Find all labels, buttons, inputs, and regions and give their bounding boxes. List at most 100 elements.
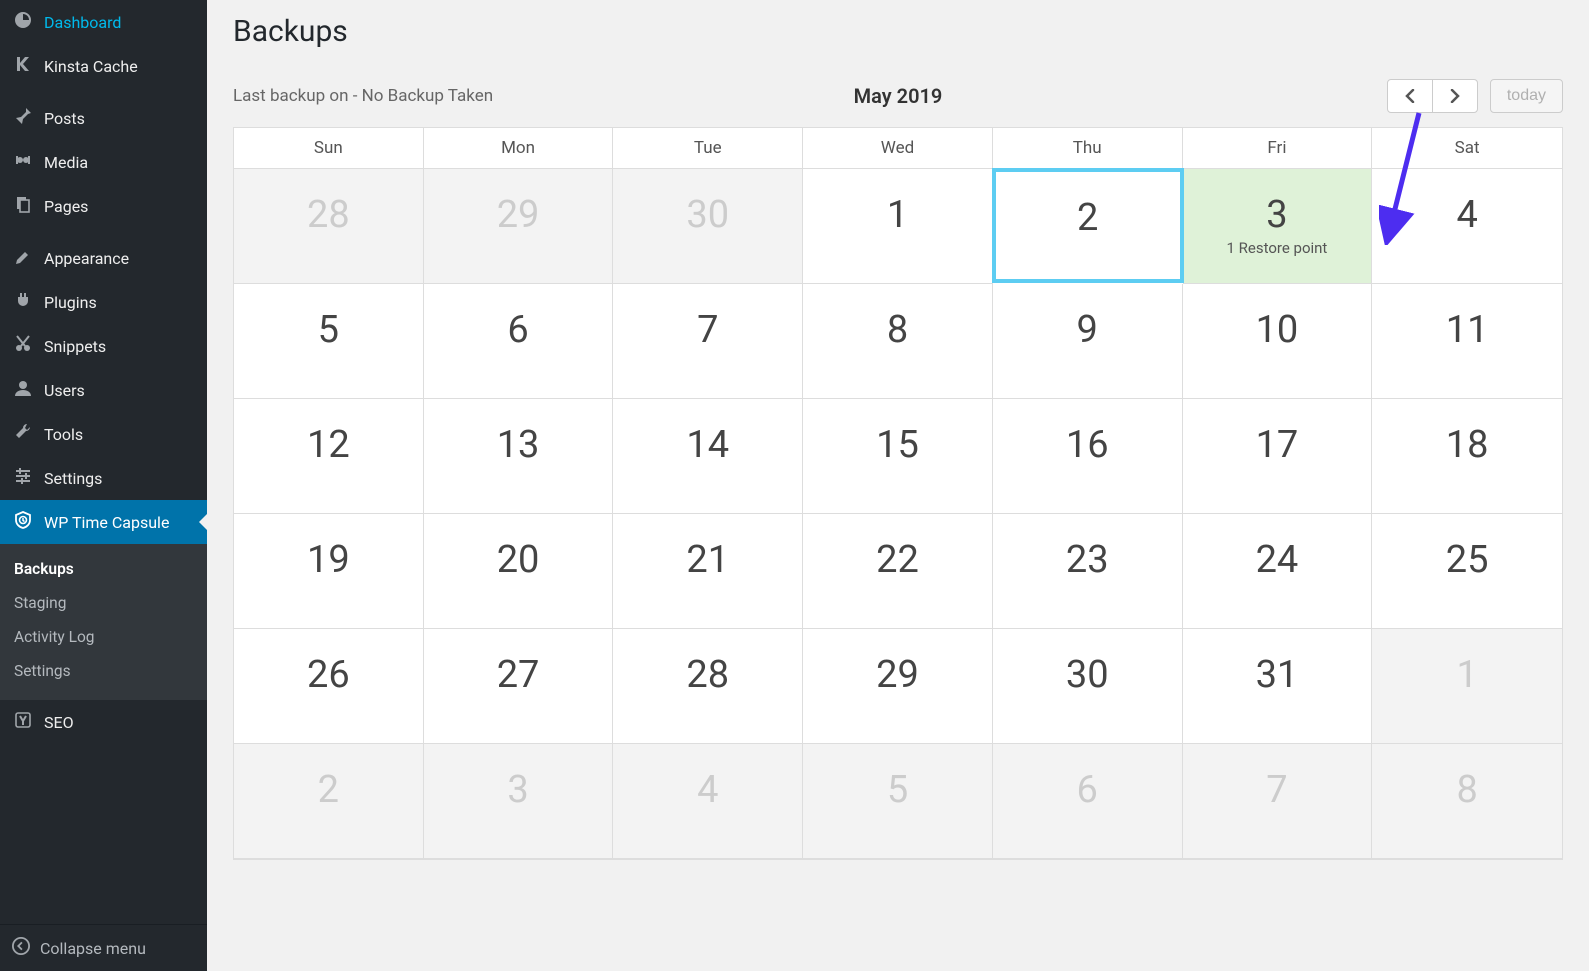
calendar-day: 7 bbox=[1183, 744, 1373, 859]
calendar-day[interactable]: 21 bbox=[613, 514, 803, 629]
sidebar-item-label: Tools bbox=[44, 425, 83, 444]
day-number: 3 bbox=[424, 744, 613, 812]
calendar-day[interactable]: 8 bbox=[803, 284, 993, 399]
settings-icon bbox=[12, 466, 34, 490]
sidebar-item-label: Appearance bbox=[44, 249, 129, 268]
calendar-day[interactable]: 7 bbox=[613, 284, 803, 399]
today-button[interactable]: today bbox=[1490, 79, 1563, 113]
day-header: Thu bbox=[993, 128, 1183, 169]
sidebar-item-label: Plugins bbox=[44, 293, 97, 312]
day-number: 1 bbox=[803, 169, 992, 237]
snippets-icon bbox=[12, 334, 34, 358]
appearance-icon bbox=[12, 246, 34, 270]
page-title: Backups bbox=[233, 14, 1563, 49]
calendar-day[interactable]: 18 bbox=[1372, 399, 1562, 514]
calendar-day[interactable]: 23 bbox=[993, 514, 1183, 629]
calendar-day: 30 bbox=[613, 169, 803, 284]
day-number: 31 bbox=[1183, 629, 1372, 697]
calendar-day[interactable]: 1 bbox=[803, 169, 993, 284]
calendar-day[interactable]: 16 bbox=[993, 399, 1183, 514]
calendar-day: 6 bbox=[993, 744, 1183, 859]
calendar-day[interactable]: 11 bbox=[1372, 284, 1562, 399]
day-number: 9 bbox=[993, 284, 1182, 352]
sidebar-item-label: Pages bbox=[44, 197, 88, 216]
sidebar-item-label: WP Time Capsule bbox=[44, 513, 169, 532]
collapse-menu[interactable]: Collapse menu bbox=[0, 924, 207, 971]
sidebar-item-tools[interactable]: Tools bbox=[0, 412, 207, 456]
calendar-day[interactable]: 31 Restore point bbox=[1183, 169, 1373, 284]
collapse-icon bbox=[12, 937, 30, 959]
sidebar-item-seo[interactable]: SEO bbox=[0, 700, 207, 744]
sidebar-item-label: Media bbox=[44, 153, 88, 172]
day-number: 2 bbox=[234, 744, 423, 812]
calendar-day[interactable]: 30 bbox=[993, 629, 1183, 744]
sidebar-item-label: Dashboard bbox=[44, 13, 121, 32]
calendar-day: 28 bbox=[234, 169, 424, 284]
day-number: 6 bbox=[993, 744, 1182, 812]
calendar-day[interactable]: 5 bbox=[234, 284, 424, 399]
day-header: Mon bbox=[424, 128, 614, 169]
calendar-day[interactable]: 25 bbox=[1372, 514, 1562, 629]
sidebar-item-dashboard[interactable]: Dashboard bbox=[0, 0, 207, 44]
submenu-item-backups[interactable]: Backups bbox=[0, 552, 207, 586]
day-number: 29 bbox=[803, 629, 992, 697]
sidebar-item-media[interactable]: Media bbox=[0, 140, 207, 184]
sidebar-item-users[interactable]: Users bbox=[0, 368, 207, 412]
calendar-day[interactable]: 19 bbox=[234, 514, 424, 629]
submenu-item-staging[interactable]: Staging bbox=[0, 586, 207, 620]
sidebar-item-pages[interactable]: Pages bbox=[0, 184, 207, 228]
calendar-day[interactable]: 27 bbox=[424, 629, 614, 744]
calendar-day[interactable]: 2 bbox=[992, 168, 1184, 283]
day-header: Tue bbox=[613, 128, 803, 169]
sidebar-item-label: Kinsta Cache bbox=[44, 57, 138, 76]
sidebar-item-label: Users bbox=[44, 381, 85, 400]
chevron-left-icon bbox=[1404, 89, 1416, 103]
calendar-day[interactable]: 4 bbox=[1372, 169, 1562, 284]
day-number: 17 bbox=[1183, 399, 1372, 467]
calendar-day[interactable]: 31 bbox=[1183, 629, 1373, 744]
calendar-day: 4 bbox=[613, 744, 803, 859]
calendar-day[interactable]: 22 bbox=[803, 514, 993, 629]
day-number: 8 bbox=[1372, 744, 1562, 812]
day-header: Wed bbox=[803, 128, 993, 169]
day-number: 21 bbox=[613, 514, 802, 582]
calendar-day[interactable]: 10 bbox=[1183, 284, 1373, 399]
calendar-day[interactable]: 6 bbox=[424, 284, 614, 399]
collapse-label: Collapse menu bbox=[40, 939, 146, 958]
calendar-day[interactable]: 20 bbox=[424, 514, 614, 629]
month-nav-group bbox=[1387, 79, 1478, 113]
prev-month-button[interactable] bbox=[1387, 79, 1433, 113]
submenu-item-settings[interactable]: Settings bbox=[0, 654, 207, 688]
sidebar-item-wp-time-capsule[interactable]: WP Time Capsule bbox=[0, 500, 207, 544]
sidebar-item-snippets[interactable]: Snippets bbox=[0, 324, 207, 368]
day-number: 4 bbox=[613, 744, 802, 812]
day-number: 6 bbox=[424, 284, 613, 352]
calendar-day[interactable]: 13 bbox=[424, 399, 614, 514]
day-number: 10 bbox=[1183, 284, 1372, 352]
calendar-day[interactable]: 9 bbox=[993, 284, 1183, 399]
calendar-day[interactable]: 15 bbox=[803, 399, 993, 514]
wptc-submenu: BackupsStagingActivity LogSettings bbox=[0, 544, 207, 700]
sidebar-item-appearance[interactable]: Appearance bbox=[0, 236, 207, 280]
day-number: 4 bbox=[1372, 169, 1562, 237]
calendar-day[interactable]: 24 bbox=[1183, 514, 1373, 629]
calendar-day[interactable]: 14 bbox=[613, 399, 803, 514]
calendar-day[interactable]: 17 bbox=[1183, 399, 1373, 514]
calendar-toolbar: Last backup on - No Backup Taken May 201… bbox=[233, 79, 1563, 113]
users-icon bbox=[12, 378, 34, 402]
sidebar-item-plugins[interactable]: Plugins bbox=[0, 280, 207, 324]
submenu-item-activity-log[interactable]: Activity Log bbox=[0, 620, 207, 654]
sidebar-item-posts[interactable]: Posts bbox=[0, 96, 207, 140]
kinsta-icon bbox=[12, 54, 34, 78]
day-number: 30 bbox=[613, 169, 802, 237]
calendar-day[interactable]: 29 bbox=[803, 629, 993, 744]
calendar-day[interactable]: 12 bbox=[234, 399, 424, 514]
calendar-day[interactable]: 26 bbox=[234, 629, 424, 744]
calendar-day[interactable]: 28 bbox=[613, 629, 803, 744]
sidebar-item-kinsta-cache[interactable]: Kinsta Cache bbox=[0, 44, 207, 88]
sidebar-item-settings[interactable]: Settings bbox=[0, 456, 207, 500]
day-number: 25 bbox=[1372, 514, 1562, 582]
day-number: 5 bbox=[803, 744, 992, 812]
seo-icon bbox=[12, 710, 34, 734]
next-month-button[interactable] bbox=[1432, 79, 1478, 113]
